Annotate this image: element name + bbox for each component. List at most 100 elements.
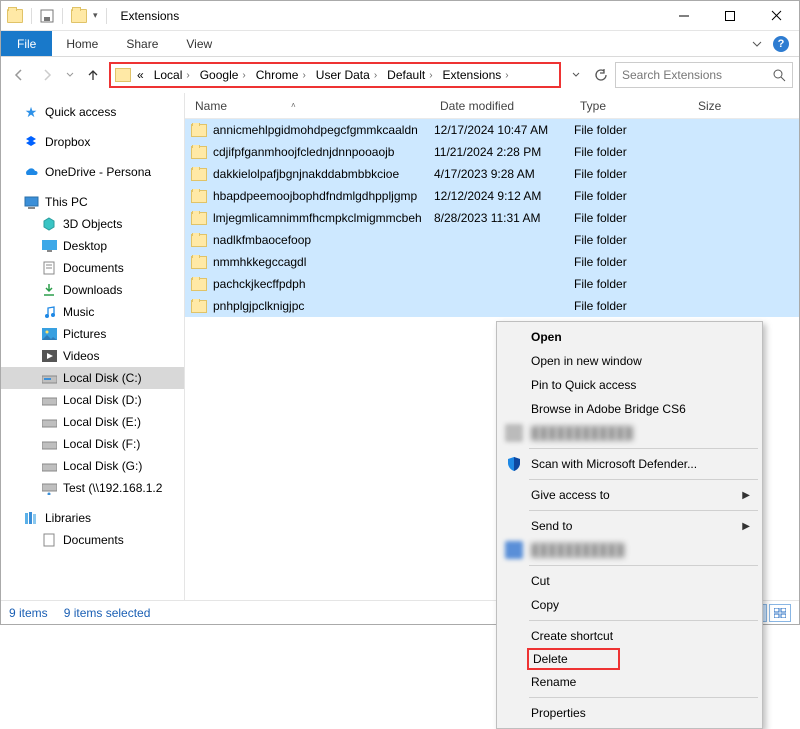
refresh-button[interactable] [589,64,611,86]
tree-disk-c[interactable]: Local Disk (C:) [1,367,184,389]
crumb-local[interactable]: Local› [150,68,194,82]
tree-label: This PC [45,195,88,209]
dropbox-icon [23,134,39,150]
menu-blurred-item[interactable]: ████████████ [499,421,760,445]
home-tab[interactable]: Home [52,31,112,56]
table-row[interactable]: pachckjkecffpdphFile folder [185,273,799,295]
menu-send-to[interactable]: Send to▶ [499,514,760,538]
menu-label: Scan with Microsoft Defender... [531,457,697,471]
thumbnails-view-button[interactable] [769,604,791,622]
tree-downloads[interactable]: Downloads [1,279,184,301]
help-button[interactable]: ? [769,31,793,56]
window-controls [661,1,799,31]
tree-disk-f[interactable]: Local Disk (F:) [1,433,184,455]
drive-icon [41,414,57,430]
crumb-label: Extensions [443,68,502,82]
tree-disk-e[interactable]: Local Disk (E:) [1,411,184,433]
column-name[interactable]: Name˄ [191,99,440,113]
chevron-right-icon: › [374,70,377,81]
tree-network-drive[interactable]: Test (\\192.168.1.2 [1,477,184,499]
documents-icon [41,260,57,276]
music-icon [41,304,57,320]
table-row[interactable]: hbapdpeemoojbophdfndmlgdhppljgmp12/12/20… [185,185,799,207]
menu-create-shortcut[interactable]: Create shortcut [499,624,760,648]
crumb-default[interactable]: Default› [383,68,436,82]
tree-3d-objects[interactable]: 3D Objects [1,213,184,235]
tree-music[interactable]: Music [1,301,184,323]
menu-label: Give access to [531,488,610,502]
file-tab[interactable]: File [1,31,52,56]
tree-documents[interactable]: Documents [1,257,184,279]
chevron-down-icon[interactable]: ▾ [93,10,98,21]
context-menu: Open Open in new window Pin to Quick acc… [496,321,763,729]
table-row[interactable]: pnhplgjpclknigjpcFile folder [185,295,799,317]
column-headers[interactable]: Name˄ Date modified Type Size [185,93,799,119]
tree-pictures[interactable]: Pictures [1,323,184,345]
tree-disk-g[interactable]: Local Disk (G:) [1,455,184,477]
file-type: File folder [574,189,686,203]
column-date[interactable]: Date modified [440,99,580,113]
tree-onedrive[interactable]: OneDrive - Persona [1,161,184,183]
menu-open[interactable]: Open [499,325,760,349]
crumb-chrome[interactable]: Chrome› [252,68,310,82]
table-row[interactable]: dakkielolpafjbgnjnakddabmbbkcioe4/17/202… [185,163,799,185]
table-row[interactable]: nadlkfmbaocefoopFile folder [185,229,799,251]
separator [529,448,758,449]
menu-give-access[interactable]: Give access to▶ [499,483,760,507]
minimize-button[interactable] [661,1,707,31]
table-row[interactable]: cdjifpfganmhoojfclednjdnnpooaojb11/21/20… [185,141,799,163]
tree-libraries[interactable]: Libraries [1,507,184,529]
table-row[interactable]: annicmehlpgidmohdpegcfgmmkcaaldn12/17/20… [185,119,799,141]
maximize-button[interactable] [707,1,753,31]
tree-lib-documents[interactable]: Documents [1,529,184,551]
network-drive-icon [41,480,57,496]
column-type[interactable]: Type [580,99,692,113]
menu-properties[interactable]: Properties [499,701,760,725]
crumb-extensions[interactable]: Extensions› [439,68,513,82]
menu-pin-quick-access[interactable]: Pin to Quick access [499,373,760,397]
back-button[interactable] [7,63,31,87]
column-size[interactable]: Size [692,99,799,113]
menu-open-new-window[interactable]: Open in new window [499,349,760,373]
navigation-tree[interactable]: ★Quick access Dropbox OneDrive - Persona… [1,93,185,600]
breadcrumb-overflow[interactable]: « [133,68,148,82]
tree-disk-d[interactable]: Local Disk (D:) [1,389,184,411]
address-dropdown-button[interactable] [565,64,587,86]
menu-delete[interactable]: Delete [527,648,620,670]
crumb-userdata[interactable]: User Data› [312,68,381,82]
chevron-right-icon: › [429,70,432,81]
up-button[interactable] [81,63,105,87]
tree-label: Test (\\192.168.1.2 [63,481,162,495]
tree-label: OneDrive - Persona [45,165,151,179]
crumb-google[interactable]: Google› [196,68,250,82]
save-icon[interactable] [40,9,54,23]
share-tab[interactable]: Share [112,31,172,56]
file-type: File folder [574,211,686,225]
menu-browse-bridge[interactable]: Browse in Adobe Bridge CS6 [499,397,760,421]
file-name: annicmehlpgidmohdpegcfgmmkcaaldn [213,123,418,137]
folder-icon [115,68,131,82]
tree-dropbox[interactable]: Dropbox [1,131,184,153]
file-type: File folder [574,167,686,181]
close-button[interactable] [753,1,799,31]
menu-rename[interactable]: Rename [499,670,760,694]
menu-blurred-item[interactable]: ███████████ [499,538,760,562]
tree-videos[interactable]: Videos [1,345,184,367]
address-bar[interactable]: « Local› Google› Chrome› User Data› Defa… [109,62,561,88]
forward-button[interactable] [35,63,59,87]
table-row[interactable]: lmjegmlicamnimmfhcmpkclmigmmcbeh8/28/202… [185,207,799,229]
tree-quick-access[interactable]: ★Quick access [1,101,184,123]
folder-icon [7,9,23,23]
tree-desktop[interactable]: Desktop [1,235,184,257]
tree-this-pc[interactable]: This PC [1,191,184,213]
expand-ribbon-button[interactable] [745,31,769,56]
view-tab[interactable]: View [172,31,226,56]
table-row[interactable]: nmmhkkegccagdlFile folder [185,251,799,273]
libraries-icon [23,510,39,526]
chevron-right-icon: › [302,70,305,81]
menu-scan-defender[interactable]: Scan with Microsoft Defender... [499,452,760,476]
menu-copy[interactable]: Copy [499,593,760,617]
search-input[interactable]: Search Extensions [615,62,793,88]
menu-cut[interactable]: Cut [499,569,760,593]
recent-locations-button[interactable] [63,63,77,87]
